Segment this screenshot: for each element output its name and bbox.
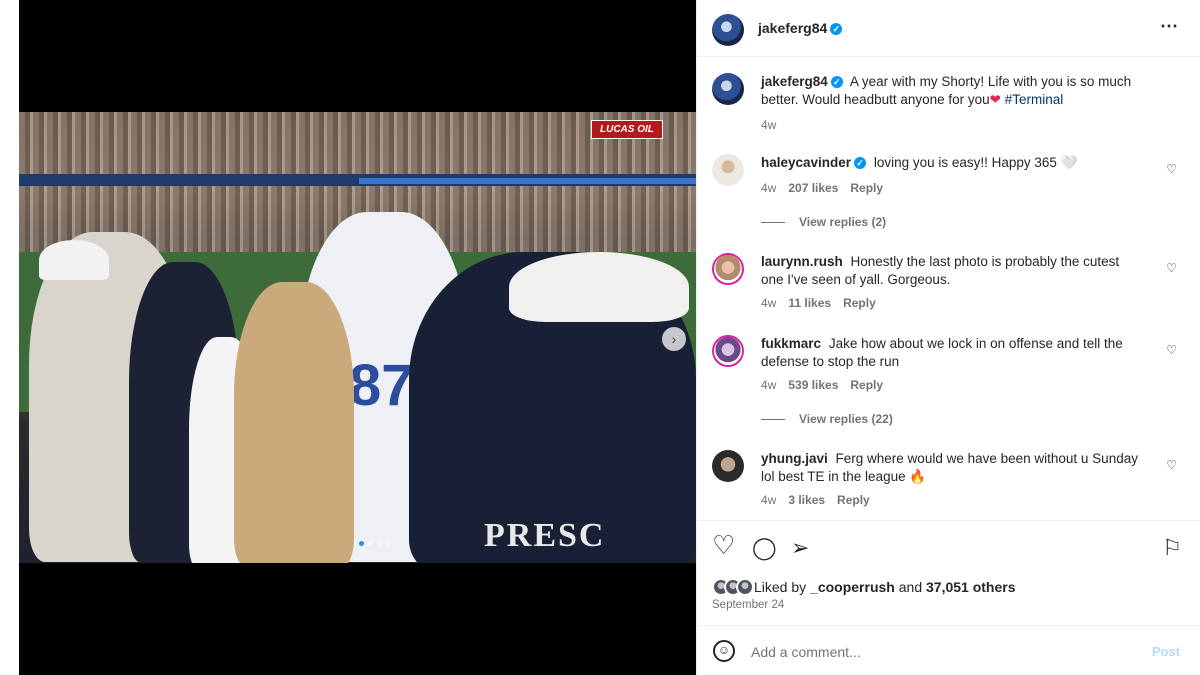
add-comment-bar: ☺ Post xyxy=(697,625,1200,675)
comment-meta: 4w 539 likes Reply xyxy=(761,378,883,392)
comment-username[interactable]: yhung.javi xyxy=(761,451,828,466)
liked-by-summary[interactable]: Liked by _cooperrush and 37,051 others xyxy=(712,578,1016,596)
commenter-avatar[interactable] xyxy=(712,253,744,285)
like-heart-icon[interactable]: ♡ xyxy=(712,532,735,558)
author-username-text[interactable]: jakeferg84 xyxy=(758,20,827,36)
view-replies-label[interactable]: View replies (22) xyxy=(799,412,893,426)
post-date[interactable]: September 24 xyxy=(712,599,784,611)
carousel-next-button[interactable]: › xyxy=(662,327,686,351)
caption-body: jakeferg84 ✓ A year with my Shorty! Life … xyxy=(761,73,1141,109)
comment-likes[interactable]: 539 likes xyxy=(788,378,838,392)
comment-item: yhung.javi Ferg where would we have been… xyxy=(712,450,1182,510)
comment-timestamp[interactable]: 4w xyxy=(761,378,776,392)
liker-avatars xyxy=(712,578,754,596)
comment-text: loving you is easy!! Happy 365 🤍 xyxy=(873,155,1078,170)
caption: jakeferg84 ✓ A year with my Shorty! Life … xyxy=(712,73,1182,133)
comment-like-heart-icon[interactable]: ♡ xyxy=(1166,261,1177,275)
woman-blonde xyxy=(234,282,354,563)
comment-likes[interactable]: 3 likes xyxy=(788,493,825,507)
comment-bubble-icon[interactable]: ◯ xyxy=(752,537,777,559)
comment-reply-button[interactable]: Reply xyxy=(837,493,870,507)
caption-username[interactable]: jakeferg84 ✓ xyxy=(761,74,843,89)
caption-hashtag[interactable]: #Terminal xyxy=(1005,92,1064,107)
post-photo[interactable]: LUCAS OIL 87 PRESC xyxy=(19,112,696,563)
view-replies-line xyxy=(761,221,785,223)
comment-body: laurynn.rush Honestly the last photo is … xyxy=(761,253,1141,289)
comment-item: haleycavinder ✓ loving you is easy!! Happ… xyxy=(712,154,1182,234)
comment-item: fukkmarc Jake how about we lock in on of… xyxy=(712,335,1182,430)
share-paper-plane-icon[interactable]: ➢ xyxy=(791,537,809,559)
post-header: jakeferg84 ✓ ⋯ xyxy=(697,0,1200,57)
red-heart-icon: ❤ xyxy=(989,92,1001,107)
commenter-avatar[interactable] xyxy=(712,450,744,482)
commenter-avatar[interactable] xyxy=(712,154,744,186)
view-replies-button[interactable]: View replies (22) xyxy=(761,412,893,426)
carousel-dot xyxy=(377,541,382,546)
comment-like-heart-icon[interactable]: ♡ xyxy=(1166,162,1177,176)
view-replies-button[interactable]: View replies (2) xyxy=(761,215,886,229)
comment-like-heart-icon[interactable]: ♡ xyxy=(1166,343,1177,357)
comments-list[interactable]: jakeferg84 ✓ A year with my Shorty! Life … xyxy=(697,57,1200,520)
person-right-white-cap xyxy=(509,252,689,322)
comment-username[interactable]: fukkmarc xyxy=(761,336,821,351)
caption-meta: 4w xyxy=(761,118,776,132)
carousel-dot xyxy=(386,541,391,546)
person-left-cap xyxy=(39,240,109,280)
comment-username[interactable]: laurynn.rush xyxy=(761,254,843,269)
comment-username[interactable]: haleycavinder ✓ xyxy=(761,155,867,170)
jersey-name-text: PRESC xyxy=(484,517,606,554)
comment-meta: 4w 3 likes Reply xyxy=(761,493,870,507)
caption-timestamp[interactable]: 4w xyxy=(761,118,776,132)
verified-badge-icon: ✓ xyxy=(830,23,843,36)
liked-by-and: and xyxy=(898,579,923,595)
liked-by-user[interactable]: _cooperrush xyxy=(810,579,895,595)
view-replies-label[interactable]: View replies (2) xyxy=(799,215,886,229)
view-replies-line xyxy=(761,418,785,420)
comment-likes[interactable]: 11 likes xyxy=(788,296,831,310)
comment-meta: 4w 11 likes Reply xyxy=(761,296,876,310)
chevron-right-icon: › xyxy=(671,331,677,347)
caption-author-avatar[interactable] xyxy=(712,73,744,105)
post-comment-button[interactable]: Post xyxy=(1152,644,1180,659)
emoji-icon[interactable]: ☺ xyxy=(713,640,735,662)
commenter-avatar[interactable] xyxy=(712,335,744,367)
comment-body: haleycavinder ✓ loving you is easy!! Happ… xyxy=(761,154,1141,172)
more-options-icon[interactable]: ⋯ xyxy=(1160,16,1179,37)
caption-username-text[interactable]: jakeferg84 xyxy=(761,74,828,89)
carousel-indicator xyxy=(359,541,391,546)
comment-likes[interactable]: 207 likes xyxy=(788,181,838,195)
comment-timestamp[interactable]: 4w xyxy=(761,181,776,195)
verified-badge-icon: ✓ xyxy=(854,157,867,170)
verified-badge-icon: ✓ xyxy=(830,76,843,89)
comment-item: laurynn.rush Honestly the last photo is … xyxy=(712,253,1182,313)
comment-timestamp[interactable]: 4w xyxy=(761,296,776,310)
post-details-panel: jakeferg84 ✓ ⋯ jakeferg84 ✓ A year with my… xyxy=(696,0,1200,675)
comment-reply-button[interactable]: Reply xyxy=(843,296,876,310)
stadium-sign: LUCAS OIL xyxy=(591,120,663,139)
comment-meta: 4w 207 likes Reply xyxy=(761,181,883,195)
save-bookmark-icon[interactable]: ⚐ xyxy=(1162,537,1182,559)
carousel-dot xyxy=(368,541,373,546)
comment-username-text[interactable]: haleycavinder xyxy=(761,155,851,170)
jersey-number: 87 xyxy=(349,353,414,418)
liked-by-others[interactable]: 37,051 others xyxy=(926,579,1016,595)
comment-reply-button[interactable]: Reply xyxy=(850,181,883,195)
comment-body: fukkmarc Jake how about we lock in on of… xyxy=(761,335,1141,371)
comment-like-heart-icon[interactable]: ♡ xyxy=(1166,458,1177,472)
post-actions: ♡ ◯ ➢ ⚐ Liked by _cooperrush and 37,051 … xyxy=(697,520,1200,625)
author-avatar[interactable] xyxy=(712,14,744,46)
add-comment-input[interactable] xyxy=(751,640,1131,664)
stadium-ribbon-board-accent xyxy=(359,178,696,184)
comment-timestamp[interactable]: 4w xyxy=(761,493,776,507)
author-username[interactable]: jakeferg84 ✓ xyxy=(758,20,843,36)
liked-by-prefix: Liked by xyxy=(754,579,807,595)
comment-reply-button[interactable]: Reply xyxy=(850,378,883,392)
carousel-dot xyxy=(359,541,364,546)
comment-body: yhung.javi Ferg where would we have been… xyxy=(761,450,1141,486)
post-media: LUCAS OIL 87 PRESC › xyxy=(19,0,696,675)
